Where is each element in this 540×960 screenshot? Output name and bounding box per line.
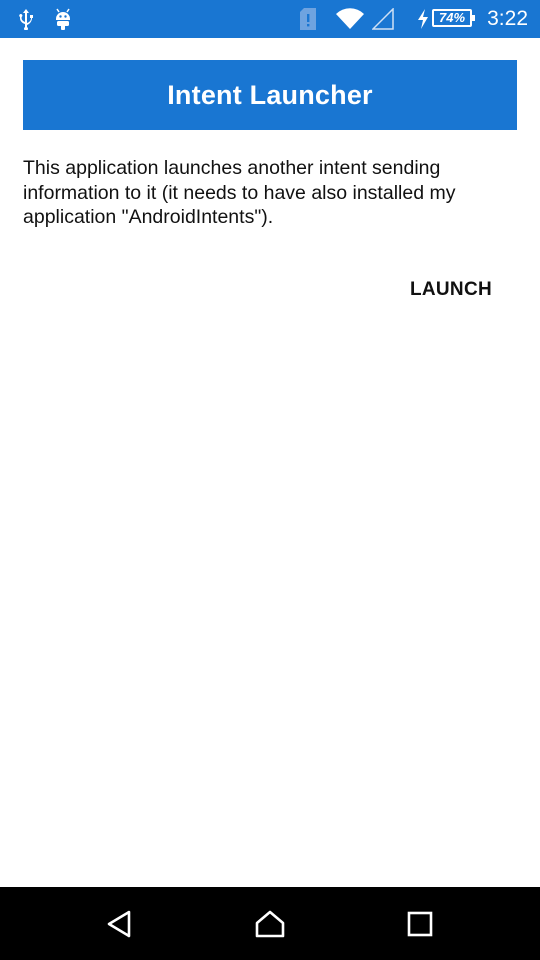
wifi-icon — [335, 0, 365, 38]
android-debug-icon — [53, 0, 73, 38]
usb-icon — [16, 0, 36, 38]
back-button[interactable] — [80, 887, 160, 960]
battery-icon: 74% — [432, 9, 475, 27]
navigation-bar — [0, 887, 540, 960]
back-icon — [107, 910, 131, 937]
description-text: This application launches another intent… — [23, 157, 456, 228]
battery-percent: 74% — [438, 10, 466, 25]
recents-icon — [407, 911, 433, 936]
header-banner: Intent Launcher — [23, 60, 517, 130]
page-title: Intent Launcher — [167, 79, 373, 110]
status-bar: 74% 3:22 — [0, 0, 540, 38]
home-icon — [255, 910, 285, 937]
sim-alert-icon — [298, 0, 318, 38]
launch-button[interactable]: LAUNCH — [396, 266, 506, 314]
signal-icon — [372, 0, 394, 38]
recents-button[interactable] — [380, 887, 460, 960]
home-button[interactable] — [230, 887, 310, 960]
charging-bolt-icon — [416, 0, 430, 38]
status-time: 3:22 — [487, 7, 528, 30]
